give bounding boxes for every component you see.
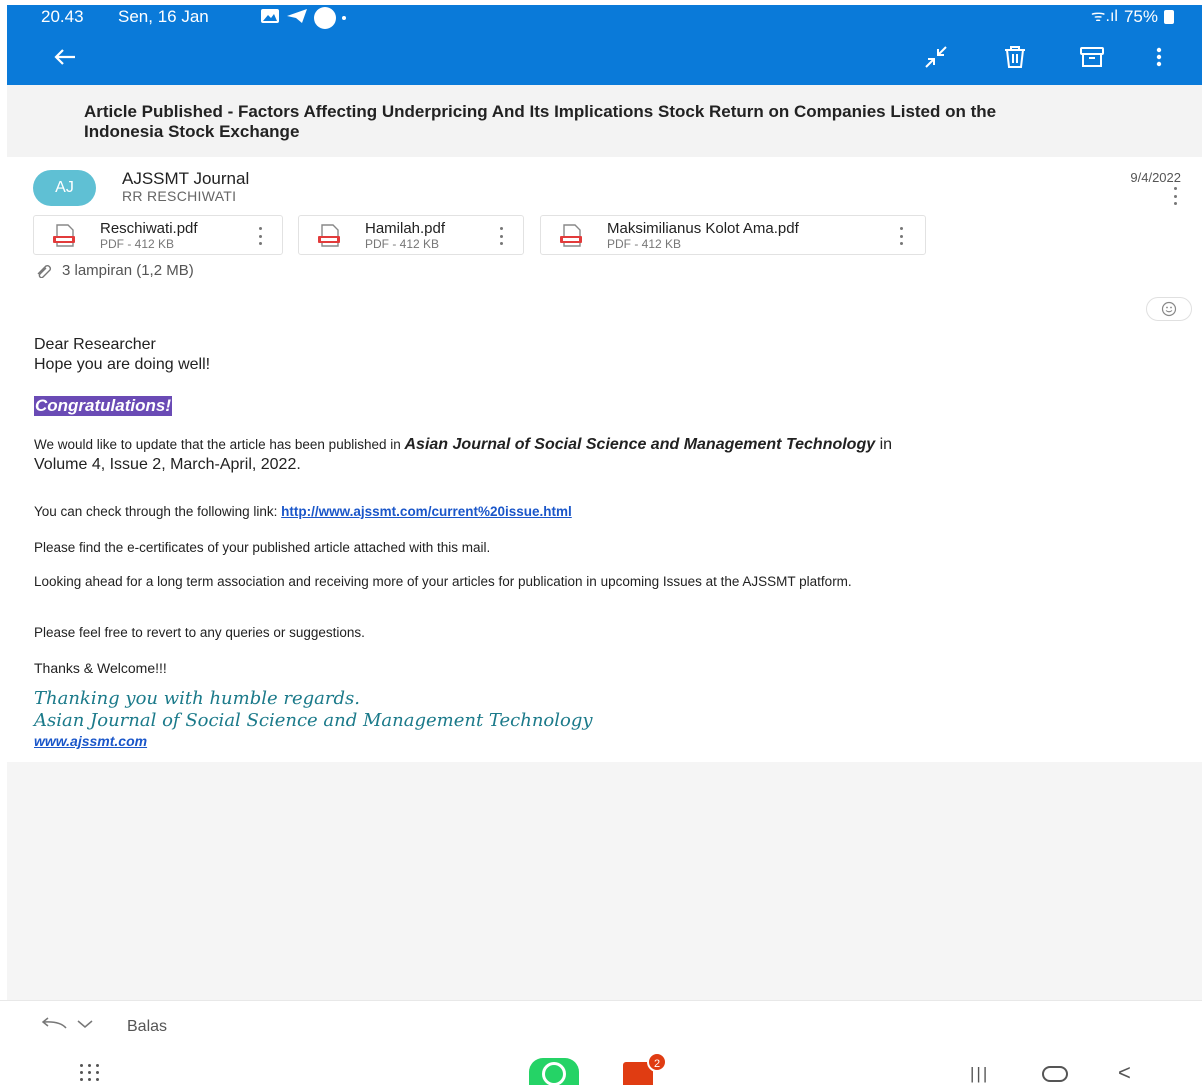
system-nav-bar: 2 ||| <: [0, 1050, 1202, 1085]
reply-bar: Balas: [0, 1000, 1202, 1050]
app-notification-icon: [314, 7, 336, 29]
pdf-file-icon: [53, 224, 75, 247]
attachment-meta: PDF - 412 KB: [365, 237, 440, 251]
email-toolbar: [7, 37, 1202, 77]
status-right: ᯤ.ıl 75%: [1091, 7, 1174, 27]
empty-content-area: [7, 762, 1202, 1000]
more-vertical-icon: [1156, 47, 1162, 67]
archive-icon: [1080, 47, 1104, 67]
attachment-meta: PDF - 412 KB: [607, 237, 682, 251]
attachment-name: Maksimilianus Kolot Ama.pdf: [607, 220, 799, 237]
recents-button[interactable]: |||: [970, 1064, 989, 1084]
attachment-name: Hamilah.pdf: [365, 220, 446, 237]
p1-in: in: [875, 436, 893, 453]
battery-icon: [1164, 10, 1174, 24]
archive-button[interactable]: [1074, 41, 1110, 73]
attachment-summary-text: 3 lampiran (1,2 MB): [62, 262, 194, 279]
nav-back-button[interactable]: <: [1118, 1060, 1131, 1085]
p1-start: We would like to update that the article…: [34, 437, 405, 452]
recipient-name: RR RESCHIWATI: [122, 188, 237, 204]
sender-name[interactable]: AJSSMT Journal: [122, 169, 249, 189]
gallery-icon: [260, 8, 280, 29]
email-subject: Article Published - Factors Affecting Un…: [84, 102, 997, 141]
attachment-more-button[interactable]: [897, 227, 905, 245]
app-drawer-icon[interactable]: [80, 1064, 100, 1081]
status-date: Sen, 16 Jan: [118, 7, 209, 26]
back-button[interactable]: [47, 41, 83, 73]
signature-line-2: Asian Journal of Social Science and Mana…: [34, 710, 593, 731]
chevron-down-icon: [77, 1020, 93, 1028]
queries-paragraph: Please feel free to revert to any querie…: [34, 625, 365, 640]
link-intro: You can check through the following link…: [34, 504, 282, 519]
reaction-button[interactable]: [1146, 297, 1192, 321]
congratulations-heading: Congratulations!: [34, 396, 172, 416]
attachment-more-button[interactable]: [497, 227, 505, 245]
more-options-button[interactable]: [1141, 41, 1177, 73]
arrow-left-icon: [54, 49, 75, 65]
association-paragraph: Looking ahead for a long term associatio…: [34, 574, 852, 589]
signal-icon: ᯤ.ıl: [1090, 8, 1118, 25]
attachment-more-button[interactable]: [256, 227, 264, 245]
attachment-name: Reschiwati.pdf: [100, 220, 198, 237]
status-bar: 20.43 Sen, 16 Jan ᯤ.ıl 75%: [7, 5, 1202, 29]
trash-icon: [1005, 46, 1025, 68]
certificate-paragraph: Please find the e-certificates of your p…: [34, 540, 491, 555]
volume-info: Volume 4, Issue 2, March-April, 2022.: [34, 456, 301, 473]
whatsapp-icon[interactable]: [529, 1058, 579, 1085]
delete-button[interactable]: [997, 41, 1033, 73]
status-notification-icons: [260, 7, 346, 29]
website-link[interactable]: www.ajssmt.com: [34, 733, 147, 749]
office-app-icon[interactable]: 2: [623, 1052, 667, 1085]
avatar[interactable]: AJ: [33, 170, 96, 206]
greeting: Dear Researcher: [34, 336, 156, 353]
app-bar: 20.43 Sen, 16 Jan ᯤ.ıl 75%: [7, 5, 1202, 85]
collapse-icon: [925, 46, 947, 68]
notification-badge: 2: [647, 1052, 667, 1072]
attachment-card[interactable]: Reschiwati.pdf PDF - 412 KB: [33, 215, 283, 255]
reply-button[interactable]: Balas: [127, 1018, 167, 1036]
link-paragraph: You can check through the following link…: [34, 504, 572, 519]
email-subject-bar: Article Published - Factors Affecting Un…: [7, 85, 1202, 157]
collapse-button[interactable]: [918, 41, 954, 73]
more-notifications-icon: [342, 16, 346, 20]
smiley-icon: [1161, 301, 1177, 317]
email-date: 9/4/2022: [1130, 170, 1181, 185]
pdf-file-icon: [560, 224, 582, 247]
paperclip-icon: [37, 264, 51, 278]
telegram-icon: [286, 8, 308, 29]
journal-name: Asian Journal of Social Science and Mana…: [404, 436, 876, 453]
current-issue-link[interactable]: http://www.ajssmt.com/current%20issue.ht…: [281, 504, 572, 519]
reply-icon: [41, 1017, 67, 1029]
attachment-card[interactable]: Hamilah.pdf PDF - 412 KB: [298, 215, 524, 255]
publication-paragraph: We would like to update that the article…: [34, 435, 1184, 475]
status-time: 20.43: [41, 7, 84, 26]
thanks-line: Thanks & Welcome!!!: [34, 660, 167, 676]
pdf-file-icon: [318, 224, 340, 247]
message-more-button[interactable]: [1171, 187, 1179, 205]
signature-line-1: Thanking you with humble regards.: [34, 688, 360, 709]
home-button[interactable]: [1042, 1066, 1068, 1082]
greeting-line-2: Hope you are doing well!: [34, 356, 211, 373]
attachment-card[interactable]: Maksimilianus Kolot Ama.pdf PDF - 412 KB: [540, 215, 926, 255]
battery-level: 75%: [1123, 7, 1158, 26]
attachment-summary[interactable]: 3 lampiran (1,2 MB): [36, 262, 194, 279]
attachment-meta: PDF - 412 KB: [100, 237, 175, 251]
reply-options-button[interactable]: [40, 1016, 94, 1032]
